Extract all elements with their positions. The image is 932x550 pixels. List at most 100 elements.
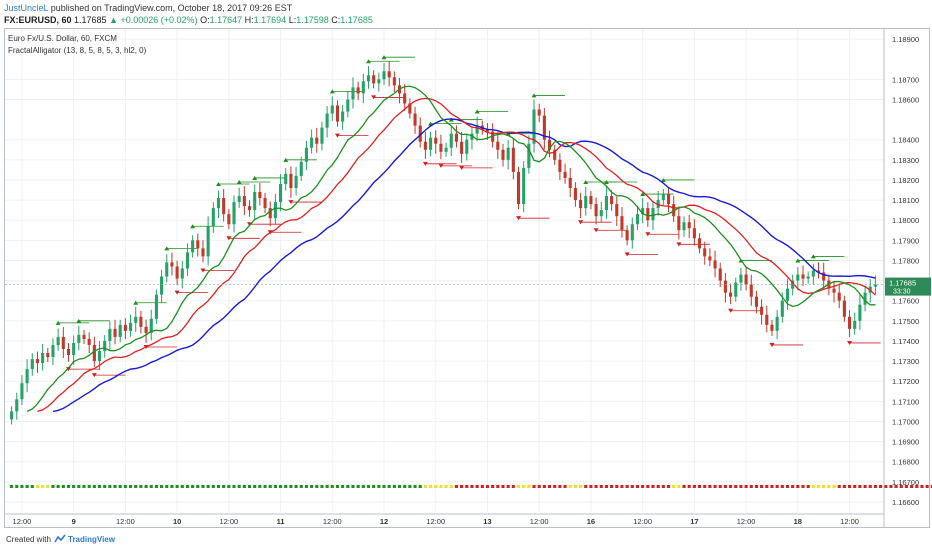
trend-dot bbox=[392, 485, 396, 488]
candle-body bbox=[687, 222, 691, 229]
trend-dot bbox=[635, 485, 640, 488]
trend-dot bbox=[651, 485, 655, 488]
candle-body bbox=[630, 224, 634, 241]
candle-body bbox=[703, 248, 707, 257]
trend-dot bbox=[599, 485, 603, 488]
candle-body bbox=[165, 262, 169, 277]
trend-dot bbox=[361, 485, 365, 488]
trend-dot bbox=[139, 485, 143, 488]
candle-body bbox=[770, 324, 774, 331]
trend-dot bbox=[237, 485, 241, 488]
candle-body bbox=[335, 105, 340, 122]
trend-dot bbox=[713, 485, 717, 488]
trend-dot bbox=[372, 485, 376, 488]
trend-dot bbox=[620, 485, 624, 488]
trend-dot bbox=[144, 485, 148, 488]
candle-body bbox=[842, 300, 846, 317]
trend-dot bbox=[20, 485, 24, 488]
candle-body bbox=[97, 351, 102, 362]
trend-dot bbox=[170, 485, 174, 488]
trend-dot bbox=[485, 485, 490, 488]
candle-body bbox=[46, 353, 50, 358]
trend-dot bbox=[796, 485, 800, 488]
trend-dot bbox=[832, 485, 836, 488]
candle-body bbox=[10, 411, 14, 420]
trend-dot bbox=[325, 485, 329, 488]
candle-body bbox=[749, 284, 753, 297]
trend-dot bbox=[284, 485, 288, 488]
trend-dot bbox=[449, 485, 453, 488]
trend-dot bbox=[46, 485, 50, 488]
trend-dot bbox=[299, 485, 303, 488]
trend-dot bbox=[247, 485, 252, 488]
candle-body bbox=[372, 75, 376, 84]
trend-dot bbox=[289, 485, 293, 488]
candle-body bbox=[185, 252, 190, 269]
candle-body bbox=[439, 143, 443, 152]
candle-body bbox=[454, 133, 458, 142]
trend-dot bbox=[10, 485, 14, 488]
trend-dot bbox=[568, 485, 572, 488]
trend-dot bbox=[41, 485, 45, 488]
tradingview-brand[interactable]: TradingView bbox=[68, 535, 115, 544]
trend-dot bbox=[61, 485, 65, 488]
y-tick-label: 1.16800 bbox=[892, 458, 919, 467]
trend-dot bbox=[806, 485, 810, 488]
trend-dot bbox=[827, 485, 831, 488]
trend-dot bbox=[387, 485, 391, 488]
candle-body bbox=[175, 266, 179, 279]
trend-dot bbox=[739, 485, 743, 488]
tradingview-logo-icon bbox=[54, 534, 66, 546]
candle-body bbox=[661, 194, 665, 201]
price-chart[interactable]: 1.18900 1.18700 1.18600 1.18400 1.18300 1.182… bbox=[0, 0, 932, 550]
trend-dot bbox=[72, 485, 76, 488]
trend-dot bbox=[511, 485, 515, 488]
trend-dot bbox=[842, 485, 846, 488]
y-tick-label: 1.17900 bbox=[892, 236, 919, 245]
candle-body bbox=[796, 274, 800, 281]
candle-body bbox=[806, 276, 810, 279]
candle-body bbox=[15, 399, 19, 412]
trend-dot bbox=[232, 485, 236, 488]
trend-dot bbox=[465, 485, 469, 488]
candle-body bbox=[692, 228, 696, 239]
trend-dot bbox=[615, 485, 619, 488]
candle-body bbox=[635, 214, 640, 225]
candle-body bbox=[599, 210, 603, 217]
x-tick-label: 12:00 bbox=[13, 517, 32, 526]
candle-body bbox=[222, 198, 226, 215]
candle-body bbox=[501, 149, 505, 160]
trend-dot bbox=[884, 485, 888, 488]
trend-dot bbox=[118, 485, 122, 488]
x-tick-label: 16 bbox=[587, 517, 595, 526]
y-tick-label: 1.18300 bbox=[892, 156, 919, 165]
trend-dot bbox=[542, 485, 546, 488]
y-tick-label: 1.18000 bbox=[892, 216, 919, 225]
trend-dot bbox=[697, 485, 702, 488]
candle-body bbox=[299, 161, 303, 176]
candle-body bbox=[356, 87, 360, 94]
candle-body bbox=[61, 336, 65, 349]
trend-dot bbox=[516, 485, 521, 488]
y-tick-label: 1.18100 bbox=[892, 196, 919, 205]
trend-dot bbox=[537, 485, 541, 488]
candle-body bbox=[325, 113, 329, 128]
candle-body bbox=[377, 79, 381, 84]
candle-body bbox=[232, 202, 236, 225]
trend-dot bbox=[687, 485, 691, 488]
candle-body bbox=[765, 314, 769, 325]
candle-body bbox=[506, 147, 510, 160]
trend-dot bbox=[77, 485, 81, 488]
candle-body bbox=[646, 208, 650, 221]
candle-body bbox=[366, 75, 371, 82]
trend-dot bbox=[925, 485, 929, 488]
trend-dot bbox=[853, 485, 857, 488]
trend-dot bbox=[656, 485, 660, 488]
trend-dot bbox=[103, 485, 107, 488]
candle-body bbox=[465, 139, 469, 154]
y-tick-label: 1.16600 bbox=[892, 498, 919, 507]
trend-dot bbox=[191, 485, 195, 488]
trend-dot bbox=[180, 485, 184, 488]
y-tick-label: 1.16900 bbox=[892, 438, 919, 447]
trend-dot bbox=[408, 485, 412, 488]
